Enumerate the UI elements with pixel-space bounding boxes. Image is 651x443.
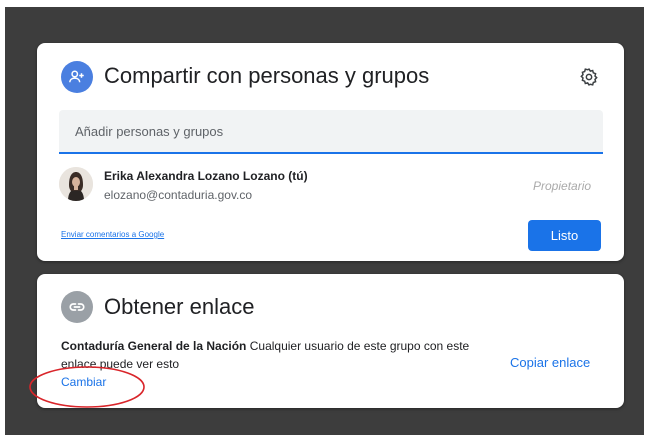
gear-icon[interactable] [578, 66, 600, 88]
link-icon [61, 291, 93, 323]
get-link-title: Obtener enlace [104, 294, 255, 319]
done-button[interactable]: Listo [528, 220, 601, 251]
link-access-description: Contaduría General de la Nación Cualquie… [61, 337, 497, 373]
add-people-input[interactable] [59, 110, 603, 152]
change-access-link[interactable]: Cambiar [61, 375, 106, 389]
avatar [59, 167, 93, 201]
user-email: elozano@contaduria.gov.co [104, 188, 253, 202]
get-link-dialog: Obtener enlace Contaduría General de la … [37, 274, 624, 408]
copy-link-button[interactable]: Copiar enlace [510, 355, 590, 370]
share-dialog-title: Compartir con personas y grupos [104, 63, 430, 88]
owner-role-label: Propietario [533, 179, 592, 193]
share-dialog: Compartir con personas y grupos Erika Al… [37, 43, 624, 261]
add-people-field[interactable] [59, 110, 603, 154]
send-feedback-link[interactable]: Enviar comentarios a Google [61, 230, 164, 239]
organization-name: Contaduría General de la Nación [61, 339, 247, 353]
user-name: Erika Alexandra Lozano Lozano (tú) [104, 169, 308, 183]
person-add-icon [61, 61, 93, 93]
